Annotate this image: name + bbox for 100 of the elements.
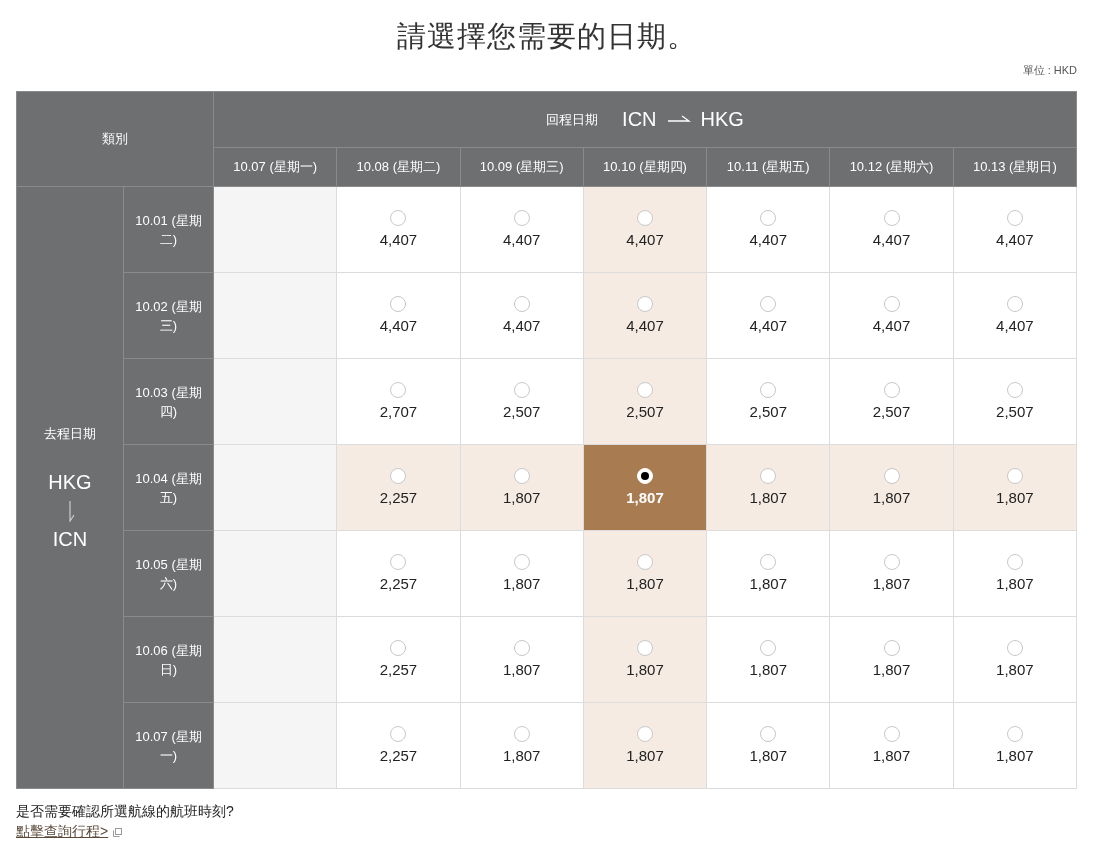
radio-button[interactable] [390, 210, 407, 226]
radio-button[interactable] [760, 382, 777, 398]
fare-price: 1,807 [996, 747, 1034, 764]
radio-button[interactable] [637, 554, 653, 570]
fare-price: 2,507 [749, 403, 788, 420]
radio-button[interactable] [513, 554, 530, 570]
radio-button[interactable] [390, 382, 407, 398]
row-date: 10.06 (星期日) [123, 616, 214, 703]
radio-button[interactable] [513, 210, 530, 226]
radio-button[interactable] [883, 726, 900, 742]
fare-price: 1,807 [626, 489, 664, 506]
radio-button[interactable] [637, 726, 653, 742]
fare-cell[interactable]: 4,407 [829, 272, 954, 359]
radio-button[interactable] [390, 726, 407, 742]
fare-cell[interactable]: 1,807 [460, 702, 584, 789]
fare-price: 1,807 [872, 661, 911, 678]
radio-button[interactable] [760, 554, 777, 570]
radio-button[interactable] [760, 296, 777, 312]
fare-cell[interactable]: 2,507 [953, 358, 1077, 445]
radio-button[interactable] [883, 382, 900, 398]
fare-cell[interactable]: 4,407 [829, 186, 954, 273]
fare-price: 2,257 [379, 661, 418, 678]
fare-cell[interactable]: 4,407 [953, 272, 1077, 359]
fare-cell[interactable]: 4,407 [460, 272, 584, 359]
fare-cell[interactable]: 1,807 [583, 702, 707, 789]
fare-cell[interactable]: 1,807 [829, 444, 954, 531]
fare-cell[interactable]: 4,407 [460, 186, 584, 273]
fare-cell[interactable]: 2,257 [336, 702, 461, 789]
radio-button[interactable] [390, 468, 407, 484]
fare-cell[interactable]: 1,807 [953, 444, 1077, 531]
fare-cell[interactable]: 4,407 [706, 272, 830, 359]
radio-button[interactable] [390, 296, 407, 312]
fare-price: 1,807 [749, 575, 788, 592]
fare-cell[interactable]: 1,807 [706, 530, 830, 617]
fare-cell[interactable]: 1,807 [706, 702, 830, 789]
fare-cell[interactable]: 1,807 [829, 530, 954, 617]
radio-button[interactable] [1006, 468, 1023, 484]
fare-cell[interactable]: 2,507 [583, 358, 707, 445]
fare-cell[interactable]: 1,807 [460, 616, 584, 703]
radio-button[interactable] [513, 468, 530, 484]
fare-cell[interactable]: 1,807 [583, 616, 707, 703]
fare-cell[interactable]: 1,807 [829, 702, 954, 789]
fare-cell[interactable]: 1,807 [953, 702, 1077, 789]
fare-cell[interactable]: 1,807 [460, 444, 584, 531]
radio-button[interactable] [760, 726, 777, 742]
fare-cell[interactable]: 4,407 [953, 186, 1077, 273]
fare-cell[interactable]: 4,407 [583, 186, 707, 273]
radio-button[interactable] [883, 210, 900, 226]
fare-cell[interactable]: 1,807 [706, 444, 830, 531]
radio-button[interactable] [637, 210, 653, 226]
radio-button[interactable] [883, 296, 900, 312]
radio-button[interactable] [637, 382, 653, 398]
schedule-link[interactable]: 點擊查詢行程> [16, 823, 109, 841]
radio-button[interactable] [1006, 726, 1023, 742]
fare-cell[interactable]: 1,807 [706, 616, 830, 703]
fare-cell[interactable]: 4,407 [336, 186, 461, 273]
radio-button[interactable] [883, 468, 900, 484]
fare-cell[interactable]: 2,257 [336, 530, 461, 617]
fare-cell[interactable]: 1,807 [953, 530, 1077, 617]
radio-button[interactable] [390, 640, 407, 656]
fare-cell[interactable]: 2,707 [336, 358, 461, 445]
fare-cell[interactable]: 1,807 [583, 530, 707, 617]
radio-button[interactable] [390, 554, 407, 570]
radio-button[interactable] [637, 640, 653, 656]
row-date: 10.07 (星期一) [123, 702, 214, 789]
radio-button[interactable] [760, 468, 777, 484]
radio-button[interactable] [513, 640, 530, 656]
fare-cell[interactable]: 1,807 [829, 616, 954, 703]
fare-price: 2,257 [379, 489, 418, 506]
radio-button[interactable] [1006, 210, 1023, 226]
radio-button[interactable] [883, 640, 900, 656]
fare-price: 1,807 [502, 661, 541, 678]
fare-cell[interactable]: 2,507 [460, 358, 584, 445]
radio-button[interactable] [1006, 554, 1023, 570]
radio-button[interactable] [1006, 382, 1023, 398]
radio-button[interactable] [513, 726, 530, 742]
fare-price: 4,407 [996, 317, 1034, 334]
radio-button[interactable] [637, 296, 653, 312]
radio-button[interactable] [1006, 296, 1023, 312]
radio-button[interactable] [760, 210, 777, 226]
fare-cell[interactable]: 1,807 [583, 444, 707, 531]
fare-cell[interactable]: 2,507 [706, 358, 830, 445]
radio-button[interactable] [513, 296, 530, 312]
radio-button[interactable] [883, 554, 900, 570]
radio-button[interactable] [760, 640, 777, 656]
radio-button[interactable] [1006, 640, 1023, 656]
fare-cell[interactable]: 4,407 [336, 272, 461, 359]
route-destination: ICN [52, 527, 88, 551]
fare-price: 1,807 [996, 489, 1034, 506]
fare-cell[interactable]: 2,257 [336, 444, 461, 531]
fare-cell[interactable]: 4,407 [583, 272, 707, 359]
fare-price: 1,807 [502, 575, 541, 592]
currency-unit: 單位 : HKD [1022, 63, 1077, 78]
fare-cell[interactable]: 2,507 [829, 358, 954, 445]
fare-price: 4,407 [379, 317, 418, 334]
fare-cell[interactable]: 1,807 [460, 530, 584, 617]
fare-cell[interactable]: 1,807 [953, 616, 1077, 703]
fare-cell[interactable]: 4,407 [706, 186, 830, 273]
radio-button[interactable] [513, 382, 530, 398]
fare-cell[interactable]: 2,257 [336, 616, 461, 703]
